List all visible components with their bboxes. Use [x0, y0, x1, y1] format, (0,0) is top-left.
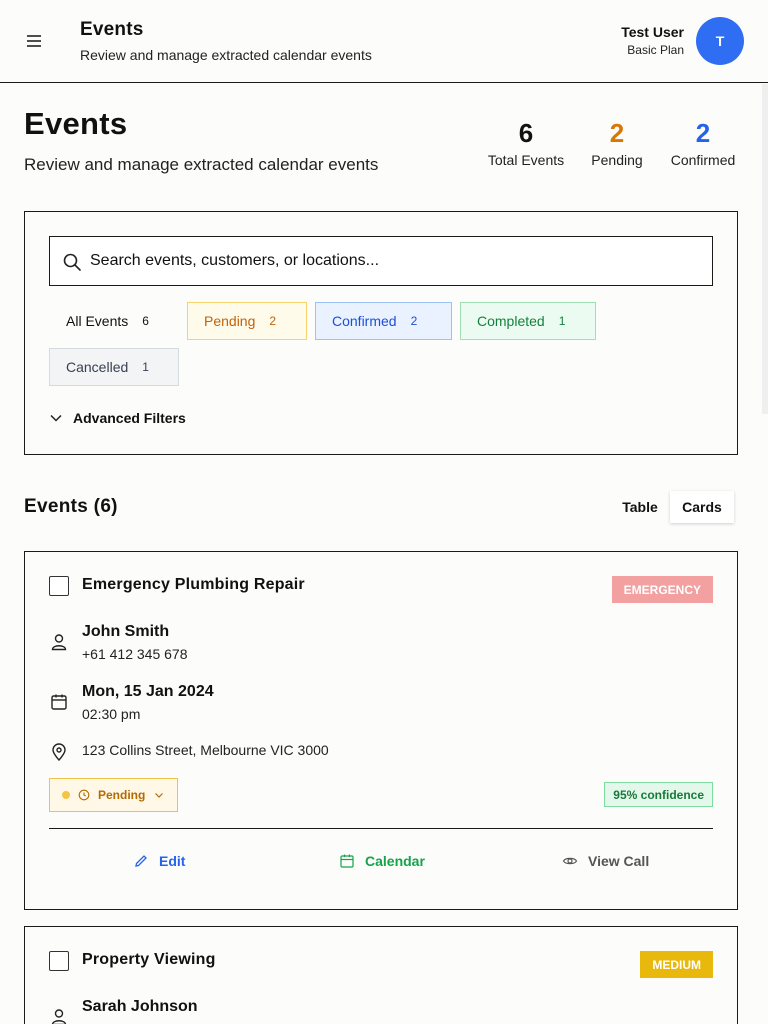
user-icon	[51, 634, 67, 651]
card-divider	[49, 828, 713, 829]
stat-label: Total Events	[487, 152, 565, 168]
events-section-title: Events (6)	[24, 496, 118, 517]
advanced-filters-label: Advanced Filters	[73, 410, 186, 426]
edit-label: Edit	[159, 853, 186, 869]
advanced-filters-toggle[interactable]: Advanced Filters	[49, 410, 186, 426]
search-icon	[63, 253, 81, 271]
menu-icon	[27, 35, 41, 47]
status-label: Pending	[98, 788, 146, 802]
filter-all-events[interactable]: All Events 6	[49, 302, 179, 340]
stat-value: 2	[609, 118, 625, 148]
event-location: 123 Collins Street, Melbourne VIC 3000	[82, 742, 329, 758]
customer-name: Sarah Johnson	[82, 998, 198, 1015]
filter-label: Confirmed	[332, 313, 397, 329]
event-title: Property Viewing	[82, 951, 216, 968]
calendar-label: Calendar	[365, 853, 425, 869]
confidence-badge: 95% confidence	[604, 782, 713, 807]
eye-icon	[562, 857, 578, 865]
stat-pending: 2 Pending	[586, 116, 648, 168]
pencil-icon	[135, 855, 147, 867]
stat-label: Pending	[591, 152, 643, 168]
filter-count: 2	[269, 314, 277, 328]
status-dot	[62, 791, 70, 799]
clock-icon	[78, 789, 90, 801]
customer-phone: +61 412 345 678	[82, 646, 188, 662]
filter-label: Cancelled	[66, 359, 129, 375]
stat-confirmed: 2 Confirmed	[666, 116, 740, 168]
topbar-subtitle: Review and manage extracted calendar eve…	[80, 47, 372, 63]
select-checkbox[interactable]	[49, 951, 69, 971]
filter-count: 2	[410, 314, 418, 328]
filter-confirmed[interactable]: Confirmed 2	[315, 302, 452, 340]
search-input[interactable]	[90, 237, 700, 285]
stat-value: 6	[518, 118, 534, 148]
customer-name: John Smith	[82, 623, 170, 640]
calendar-icon	[51, 694, 67, 710]
filter-label: All Events	[66, 313, 129, 329]
select-checkbox[interactable]	[49, 576, 69, 596]
avatar[interactable]: T	[696, 17, 744, 65]
page-subtitle: Review and manage extracted calendar eve…	[24, 155, 379, 174]
filter-label: Pending	[204, 313, 256, 329]
page-title: Events	[24, 106, 128, 141]
filter-count: 1	[142, 360, 149, 374]
filter-completed[interactable]: Completed 1	[460, 302, 596, 340]
map-pin-icon	[52, 743, 66, 762]
filter-count: 6	[142, 314, 149, 328]
stat-total-events: 6 Total Events	[484, 116, 568, 168]
event-card: Property Viewing MEDIUM Sarah Johnson	[24, 926, 738, 1024]
edit-button[interactable]: Edit	[133, 850, 185, 872]
user-name: Test User	[621, 24, 684, 40]
event-title: Emergency Plumbing Repair	[82, 576, 305, 593]
search-box	[49, 236, 713, 286]
user-icon	[51, 1009, 67, 1024]
filter-label: Completed	[477, 313, 545, 329]
event-time: 02:30 pm	[82, 706, 141, 722]
event-date: Mon, 15 Jan 2024	[82, 683, 214, 700]
stat-label: Confirmed	[670, 152, 736, 168]
topbar-title: Events	[80, 19, 144, 40]
stat-value: 2	[695, 118, 711, 148]
calendar-button[interactable]: Calendar	[339, 850, 425, 872]
menu-button[interactable]	[24, 31, 44, 51]
priority-badge: MEDIUM	[640, 951, 713, 978]
view-table-button[interactable]: Table	[611, 492, 669, 522]
calendar-icon	[340, 854, 354, 868]
user-plan: Basic Plan	[627, 43, 684, 57]
status-dropdown[interactable]: Pending	[49, 778, 178, 812]
filter-pending[interactable]: Pending 2	[187, 302, 307, 340]
filter-count: 1	[558, 314, 566, 328]
filter-cancelled[interactable]: Cancelled 1	[49, 348, 179, 386]
view-call-button[interactable]: View Call	[562, 850, 649, 872]
chevron-down-icon	[155, 793, 164, 798]
view-call-label: View Call	[588, 853, 650, 869]
chevron-down-icon	[50, 414, 62, 422]
priority-badge: EMERGENCY	[611, 576, 713, 603]
filter-panel: All Events 6 Pending 2 Confirmed 2 Compl…	[24, 211, 738, 455]
scrollbar[interactable]	[762, 84, 768, 414]
view-cards-button[interactable]: Cards	[670, 491, 734, 523]
event-card: Emergency Plumbing Repair EMERGENCY John…	[24, 551, 738, 910]
top-bar: Events Review and manage extracted calen…	[0, 0, 768, 83]
